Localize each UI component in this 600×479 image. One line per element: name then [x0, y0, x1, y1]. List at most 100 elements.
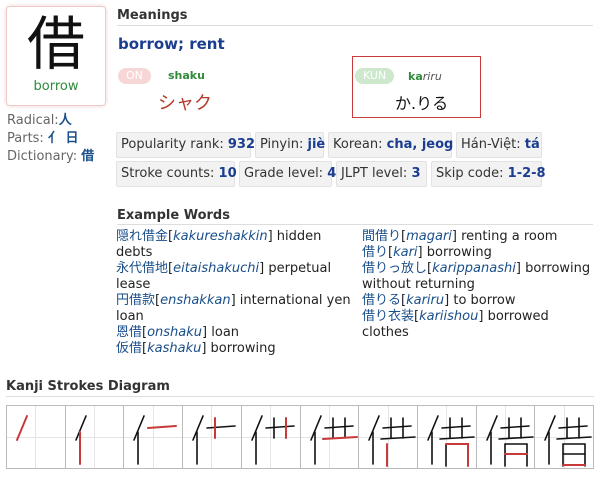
- meanings-header: Meanings: [117, 8, 593, 26]
- stroke-step-cell: [183, 406, 242, 468]
- stroke-path: [133, 415, 146, 441]
- kun-romaji: kariru: [408, 70, 442, 83]
- stroke-step-cell: [124, 406, 184, 468]
- example-jp[interactable]: 借りる: [362, 293, 401, 308]
- example-romaji[interactable]: kakureshakkin: [173, 229, 268, 244]
- stroke-count-label: Stroke counts:: [121, 166, 215, 181]
- radical-row: Radical:人: [7, 112, 94, 130]
- stroke-path: [16, 415, 28, 441]
- example-jp[interactable]: 恩借: [116, 325, 142, 340]
- stroke-step-cell: [417, 406, 477, 468]
- stroke-path: [309, 415, 322, 441]
- example-romaji[interactable]: magari: [406, 229, 452, 244]
- example-romaji[interactable]: kariishou: [419, 309, 478, 324]
- example-jp[interactable]: 借り衣装: [362, 309, 414, 324]
- pinyin-label: Pinyin:: [260, 137, 304, 152]
- example-meaning: borrowing: [422, 245, 492, 260]
- stroke-order-diagram: [6, 405, 594, 469]
- stroke-path: [323, 425, 354, 429]
- stroke-path: [544, 415, 557, 441]
- stroke-count-stat: Stroke counts: 10: [116, 161, 237, 187]
- stroke-path: [368, 415, 381, 441]
- example-jp[interactable]: 借り: [362, 245, 388, 260]
- hanviet-label: Hán-Việt:: [461, 137, 521, 152]
- stroke-step-svg: [544, 415, 593, 467]
- stroke-path: [499, 425, 530, 429]
- stroke-step-svg: [427, 415, 475, 467]
- stroke-step-cell: [359, 406, 418, 468]
- jlpt-label: JLPT level:: [341, 166, 408, 181]
- kun-romaji-okurigana: riru: [422, 70, 442, 83]
- strokes-title: Kanji Strokes Diagram: [6, 379, 170, 394]
- stroke-path: [439, 436, 475, 440]
- stroke-path: [251, 415, 263, 441]
- example-romaji[interactable]: kariru: [406, 293, 444, 308]
- skip-code-stat: Skip code: 1-2-8: [431, 161, 546, 187]
- stroke-count-value: 10: [218, 166, 237, 181]
- example-romaji[interactable]: kari: [393, 245, 417, 260]
- stroke-path: [192, 415, 204, 441]
- dictionary-link[interactable]: 借: [81, 149, 94, 164]
- radical-link[interactable]: 人: [59, 113, 72, 128]
- kun-romaji-main: ka: [408, 70, 423, 83]
- pinyin-stat: Pinyin: jiè: [255, 132, 326, 158]
- korean-label: Korean:: [333, 137, 383, 152]
- example-romaji[interactable]: karippanashi: [432, 261, 516, 276]
- on-kana: シャク: [158, 93, 212, 114]
- example-word: 円借款[enshakkan] international yen loan: [116, 293, 351, 324]
- stroke-step-svg: [368, 415, 417, 467]
- popularity-value: 932: [227, 137, 256, 152]
- example-jp[interactable]: 永代借地: [116, 261, 168, 276]
- example-romaji[interactable]: eitaishakuchi: [173, 261, 259, 276]
- example-romaji[interactable]: onshaku: [147, 325, 202, 340]
- stroke-step-svg: [74, 415, 87, 465]
- example-meaning: renting a room: [456, 229, 558, 244]
- stroke-step-svg: [251, 415, 295, 465]
- example-jp[interactable]: 仮借: [116, 341, 142, 356]
- korean-value: cha, jeog: [386, 137, 454, 152]
- stroke-path: [382, 425, 413, 429]
- example-meaning: loan: [207, 325, 240, 340]
- hanviet-value: tá: [524, 137, 540, 152]
- example-romaji[interactable]: enshakkan: [160, 293, 230, 308]
- meanings-title: Meanings: [117, 8, 188, 23]
- examples-title: Example Words: [117, 208, 230, 223]
- stroke-step-cell: [241, 406, 301, 468]
- stroke-path: [427, 415, 439, 441]
- strokes-header: Kanji Strokes Diagram: [6, 379, 594, 397]
- kun-kana: か.りる: [395, 94, 449, 113]
- stroke-path: [441, 425, 471, 429]
- skip-code-label: Skip code:: [436, 166, 504, 181]
- stroke-path: [206, 425, 236, 429]
- pinyin-value: jiè: [307, 137, 326, 152]
- grade-label: Grade level:: [244, 166, 324, 181]
- example-romaji[interactable]: kashaku: [147, 341, 201, 356]
- example-jp[interactable]: 借りっ放し: [362, 261, 427, 276]
- stroke-path: [497, 436, 534, 440]
- popularity-label: Popularity rank:: [121, 137, 224, 152]
- stroke-path: [562, 443, 587, 467]
- stroke-step-cell: [7, 406, 66, 468]
- example-jp[interactable]: 隠れ借金: [116, 229, 168, 244]
- parts-links[interactable]: 亻 日: [48, 131, 79, 146]
- kanji-character: 借: [26, 10, 85, 78]
- stroke-path: [265, 425, 295, 429]
- example-jp[interactable]: 間借り: [362, 229, 401, 244]
- hanviet-stat: Hán-Việt: tá: [456, 132, 542, 158]
- radical-label: Radical:: [7, 113, 59, 128]
- stroke-step-svg: [192, 415, 236, 465]
- example-word: 恩借[onshaku] loan: [116, 325, 240, 340]
- parts-row: Parts: 亻 日: [7, 130, 94, 148]
- stroke-path: [485, 415, 498, 441]
- stroke-step-svg: [16, 415, 28, 441]
- examples-header: Example Words: [117, 208, 593, 225]
- kun-reading: KUN kariru か.りる: [352, 56, 481, 118]
- stroke-step-cell: [476, 406, 536, 468]
- grade-stat: Grade level: 4: [239, 161, 336, 187]
- stroke-step-svg: [485, 415, 534, 467]
- on-reading: ON shaku シャク: [118, 68, 278, 114]
- stroke-path: [380, 436, 417, 440]
- example-jp[interactable]: 円借款: [116, 293, 155, 308]
- example-word: 借りっ放し[karippanashi] borrowing without re…: [362, 261, 591, 292]
- examples-left-column: 隠れ借金[kakureshakkin] hidden debts 永代借地[ei…: [116, 229, 356, 357]
